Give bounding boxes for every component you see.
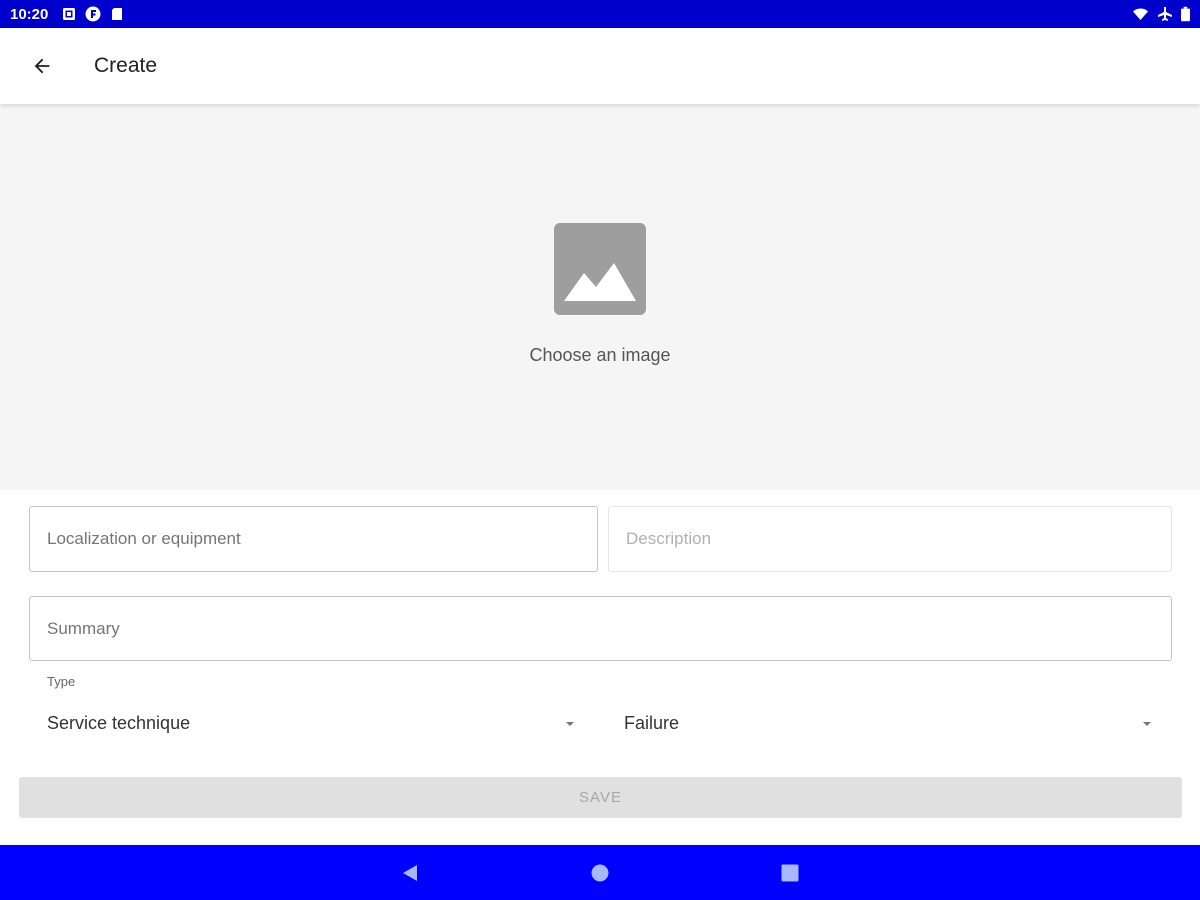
category-select-value: Failure [624, 712, 680, 733]
wifi-icon [1133, 8, 1148, 20]
status-left-icons [62, 6, 124, 22]
nav-recents-button[interactable] [778, 861, 802, 885]
image-notification-icon [63, 8, 76, 20]
navigation-bar [0, 845, 1200, 900]
chevron-down-icon [1143, 722, 1151, 726]
localization-field[interactable] [29, 506, 598, 572]
battery-icon [1181, 6, 1190, 22]
nav-back-icon [403, 865, 417, 881]
page-title: Create [94, 54, 158, 77]
image-chooser[interactable]: Choose an image [0, 104, 1200, 490]
summary-field[interactable] [29, 596, 1172, 661]
airplane-icon [1158, 7, 1172, 21]
type-select-value: Service technique [47, 712, 191, 733]
chevron-down-icon [566, 722, 574, 726]
nav-recents-icon [781, 864, 799, 882]
localization-input[interactable] [47, 529, 580, 549]
back-button[interactable] [14, 38, 70, 94]
sd-card-icon [112, 8, 123, 20]
save-button[interactable]: SAVE [19, 777, 1182, 818]
status-bar: 10:20 [0, 0, 1200, 28]
nav-home-button[interactable] [588, 861, 612, 885]
arrow-left-icon [34, 58, 50, 74]
f-badge-icon [85, 6, 101, 22]
choose-image-label: Choose an image [529, 344, 671, 365]
description-field[interactable] [608, 506, 1172, 572]
summary-input[interactable] [47, 618, 1154, 639]
status-right-icons [1132, 6, 1190, 22]
type-select[interactable]: Service technique [47, 703, 577, 743]
nav-home-icon [591, 864, 609, 882]
category-select[interactable]: Failure [624, 703, 1154, 743]
description-input[interactable] [626, 529, 1154, 549]
type-label: Type [47, 674, 76, 689]
image-icon [554, 222, 646, 315]
nav-back-button[interactable] [398, 861, 422, 885]
app-bar: Create [0, 28, 1200, 104]
status-time: 10:20 [10, 5, 49, 23]
